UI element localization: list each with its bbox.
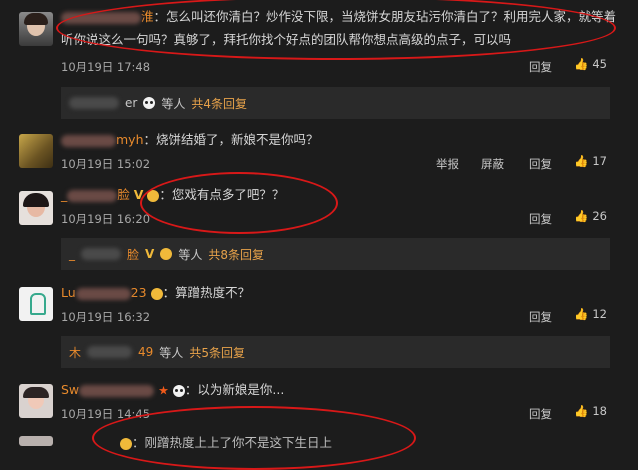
reply-button[interactable]: 回复 xyxy=(529,59,552,75)
vip-icon xyxy=(150,287,163,300)
username[interactable]: Lu xyxy=(61,285,76,300)
like-button[interactable]: 👍 12 xyxy=(574,307,607,321)
highlight-ellipse xyxy=(56,0,616,60)
username[interactable]: _ xyxy=(69,247,75,261)
reply-count[interactable]: 共8条回复 xyxy=(208,246,264,263)
like-button[interactable]: 👍 17 xyxy=(574,154,607,168)
comment-time: 10月19日 17:48 xyxy=(61,60,151,74)
reply-button[interactable]: 回复 xyxy=(529,211,552,227)
reply-count[interactable]: 共4条回复 xyxy=(191,95,247,112)
username-suffix: er xyxy=(125,96,138,110)
panda-icon xyxy=(143,97,156,109)
avatar[interactable] xyxy=(19,436,53,446)
comment-text: myh：烧饼结婚了，新娘不是你吗？ xyxy=(61,131,319,149)
avatar[interactable] xyxy=(19,191,53,225)
comment-time: 10月19日 16:20 xyxy=(61,212,151,226)
username-blurred[interactable] xyxy=(69,97,119,109)
highlight-ellipse xyxy=(140,172,338,234)
panda-icon xyxy=(172,384,185,397)
avatar[interactable] xyxy=(19,12,53,46)
like-button[interactable]: 👍 26 xyxy=(574,209,607,223)
username[interactable]: 木 xyxy=(69,344,81,361)
verified-icon: V xyxy=(145,247,155,261)
reply-summary[interactable]: _ 脸 V 等人 共8条回复 xyxy=(61,238,610,270)
username-blurred[interactable] xyxy=(75,287,131,300)
avatar[interactable] xyxy=(19,287,53,321)
comment-time: 10月19日 16:32 xyxy=(61,310,151,324)
reply-button[interactable]: 回复 xyxy=(529,156,552,172)
report-button[interactable]: 举报 xyxy=(436,156,459,172)
username-blurred[interactable] xyxy=(61,134,116,147)
comment-text: Sw ★ ：以为新娘是你... xyxy=(61,382,285,398)
username-blurred[interactable] xyxy=(87,346,133,358)
comment-text: Lu 23 ：算蹭热度不？ xyxy=(61,285,251,300)
thumbs-up-icon: 👍 xyxy=(574,307,589,321)
star-icon: ★ xyxy=(158,383,169,398)
reply-summary[interactable]: er 等人 共4条回复 xyxy=(61,87,610,119)
username-suffix[interactable]: 23 xyxy=(131,285,147,300)
reply-others: 等人 xyxy=(178,247,203,262)
avatar[interactable] xyxy=(19,384,53,418)
reply-button[interactable]: 回复 xyxy=(529,309,552,325)
like-button[interactable]: 👍 18 xyxy=(574,404,607,418)
username-blurred[interactable] xyxy=(79,384,155,397)
comment-time: 10月19日 15:02 xyxy=(61,157,151,171)
username-suffix[interactable]: 49 xyxy=(138,345,153,359)
reply-others: 等人 xyxy=(161,96,186,111)
username-suffix[interactable]: 脸 xyxy=(117,187,130,202)
reply-others: 等人 xyxy=(159,345,184,360)
username-blurred[interactable] xyxy=(81,248,121,260)
username[interactable]: Sw xyxy=(61,382,79,397)
thumbs-up-icon: 👍 xyxy=(574,57,589,71)
avatar[interactable] xyxy=(19,134,53,168)
reply-button[interactable]: 回复 xyxy=(529,406,552,422)
username-suffix[interactable]: 脸 xyxy=(127,246,139,263)
reply-summary[interactable]: 木 49 等人 共5条回复 xyxy=(61,336,610,368)
highlight-ellipse xyxy=(92,406,416,470)
like-button[interactable]: 👍 45 xyxy=(574,57,607,71)
thumbs-up-icon: 👍 xyxy=(574,209,589,223)
username[interactable]: myh xyxy=(116,132,144,147)
vip-icon xyxy=(160,248,173,260)
username-blurred[interactable] xyxy=(67,189,118,202)
reply-count[interactable]: 共5条回复 xyxy=(189,344,245,361)
thumbs-up-icon: 👍 xyxy=(574,154,589,168)
block-button[interactable]: 屏蔽 xyxy=(481,156,504,172)
thumbs-up-icon: 👍 xyxy=(574,404,589,418)
